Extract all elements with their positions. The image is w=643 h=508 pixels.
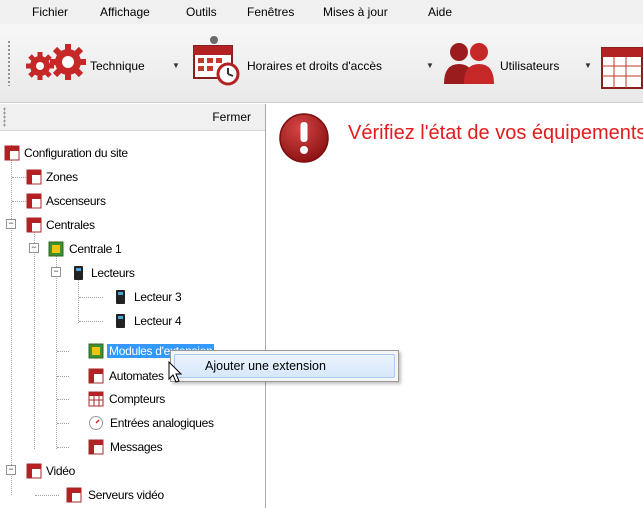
tree-item-lecteur-3[interactable]: Lecteur 3	[104, 287, 224, 307]
tree-item-label: Lecteur 3	[134, 290, 182, 304]
panel-grip[interactable]	[3, 107, 6, 127]
tree-item-label: Messages	[110, 440, 163, 454]
menu-affichage[interactable]: Affichage	[100, 5, 150, 19]
tree-item-label: Serveurs vidéo	[88, 488, 164, 502]
flag-icon	[66, 487, 82, 503]
tree-connector	[57, 376, 69, 377]
tree-connector	[57, 351, 69, 352]
tree-item-compteurs[interactable]: Compteurs	[88, 389, 208, 409]
tree-item-label: Lecteurs	[91, 266, 135, 280]
context-menu: Ajouter une extension	[170, 350, 399, 382]
collapse-toggle-video[interactable]: −	[6, 465, 16, 475]
gears-icon	[26, 44, 86, 80]
tree-connector	[57, 447, 69, 448]
tree-item-label: Compteurs	[109, 392, 165, 406]
panel-header: Fermer	[0, 104, 265, 131]
horaires-label: Horaires et droits d'accès	[247, 59, 383, 73]
tree-connector	[56, 249, 57, 449]
tree-connector	[34, 225, 35, 449]
flag-icon	[4, 145, 20, 161]
status-alert-text: Vérifiez l'état de vos équipements	[348, 122, 643, 144]
tree-connector	[79, 297, 103, 298]
tree-connector	[79, 321, 103, 322]
tree-item-entrees-analogiques[interactable]: Entrées analogiques	[88, 413, 258, 433]
tree-item-label: Vidéo	[46, 464, 75, 478]
tree-connector	[57, 399, 69, 400]
tree-item-label: Entrées analogiques	[110, 416, 214, 430]
utilisateurs-label: Utilisateurs	[500, 59, 560, 73]
tree-item-label: Automates	[109, 369, 164, 383]
mouse-cursor-icon	[168, 361, 183, 383]
tree-item-label: Centrales	[46, 218, 95, 232]
menu-aide[interactable]: Aide	[428, 5, 452, 19]
tree-item-zones[interactable]: Zones	[26, 167, 126, 187]
menu-item-label: Ajouter une extension	[205, 359, 326, 373]
tree-connector	[12, 201, 26, 202]
tree-connector	[11, 145, 12, 495]
circuit-board-icon	[88, 343, 104, 359]
flag-icon	[88, 439, 104, 455]
calendar-icon[interactable]	[600, 42, 643, 90]
collapse-toggle-centrale1[interactable]: −	[29, 243, 39, 253]
chevron-down-icon: ▼	[172, 61, 180, 70]
menu-fenetres[interactable]: Fenêtres	[247, 5, 294, 19]
add-extension-menu-item[interactable]: Ajouter une extension	[174, 354, 395, 378]
flag-icon	[26, 217, 42, 233]
toolbar-grip[interactable]	[7, 40, 11, 86]
chevron-down-icon: ▼	[426, 61, 434, 70]
tree-item-video[interactable]: Vidéo	[18, 461, 138, 481]
reader-icon	[116, 290, 125, 304]
table-icon	[88, 391, 104, 407]
main-content: Vérifiez l'état de vos équipements	[266, 104, 643, 508]
tree-item-lecteur-4[interactable]: Lecteur 4	[104, 311, 224, 331]
users-icon	[444, 43, 494, 84]
technique-button[interactable]: Technique ▼	[24, 44, 182, 82]
tree-item-serveurs-video[interactable]: Serveurs vidéo	[60, 485, 200, 505]
calendar-clock-icon	[193, 36, 240, 86]
collapse-toggle-centrales[interactable]: −	[6, 219, 16, 229]
close-panel-button[interactable]: Fermer	[212, 110, 251, 124]
tree-item-centrale-1[interactable]: Centrale 1	[42, 239, 162, 259]
tree-item-label: Zones	[46, 170, 78, 184]
tree-connector	[12, 177, 26, 178]
navigation-panel: Fermer Configuration du site Zones Ascen…	[0, 104, 266, 508]
tree-connector	[35, 495, 59, 496]
flag-icon	[26, 463, 42, 479]
toolbar: Technique ▼ Horaires et droits d'accès ▼…	[0, 24, 643, 103]
menu-bar: Fichier Affichage Outils Fenêtres Mises …	[0, 0, 643, 24]
tree-item-configuration[interactable]: Configuration du site	[4, 143, 204, 163]
gauge-icon	[89, 416, 103, 430]
flag-icon	[88, 368, 104, 384]
tree-item-ascenseurs[interactable]: Ascenseurs	[26, 191, 146, 211]
tree-item-lecteurs[interactable]: Lecteurs	[64, 263, 184, 283]
reader-icon	[74, 266, 83, 280]
flag-icon	[26, 193, 42, 209]
tree-connector	[57, 423, 69, 424]
warning-icon	[279, 113, 329, 163]
reader-icon	[116, 314, 125, 328]
utilisateurs-button[interactable]: Utilisateurs ▼	[442, 43, 602, 84]
tree-item-centrales[interactable]: Centrales	[18, 215, 138, 235]
site-tree: Configuration du site Zones Ascenseurs −…	[0, 131, 265, 508]
collapse-toggle-lecteurs[interactable]: −	[51, 267, 61, 277]
tree-item-messages[interactable]: Messages	[88, 437, 208, 457]
tree-item-label: Lecteur 4	[134, 314, 182, 328]
technique-label: Technique	[90, 59, 145, 73]
tree-item-label: Ascenseurs	[46, 194, 106, 208]
horaires-button[interactable]: Horaires et droits d'accès ▼	[192, 36, 440, 86]
circuit-board-icon	[48, 241, 64, 257]
menu-mises-a-jour[interactable]: Mises à jour	[323, 5, 388, 19]
chevron-down-icon: ▼	[584, 61, 592, 70]
menu-outils[interactable]: Outils	[186, 5, 217, 19]
tree-item-label: Configuration du site	[24, 146, 128, 160]
flag-icon	[26, 169, 42, 185]
menu-fichier[interactable]: Fichier	[32, 5, 68, 19]
tree-item-label: Centrale 1	[69, 242, 122, 256]
